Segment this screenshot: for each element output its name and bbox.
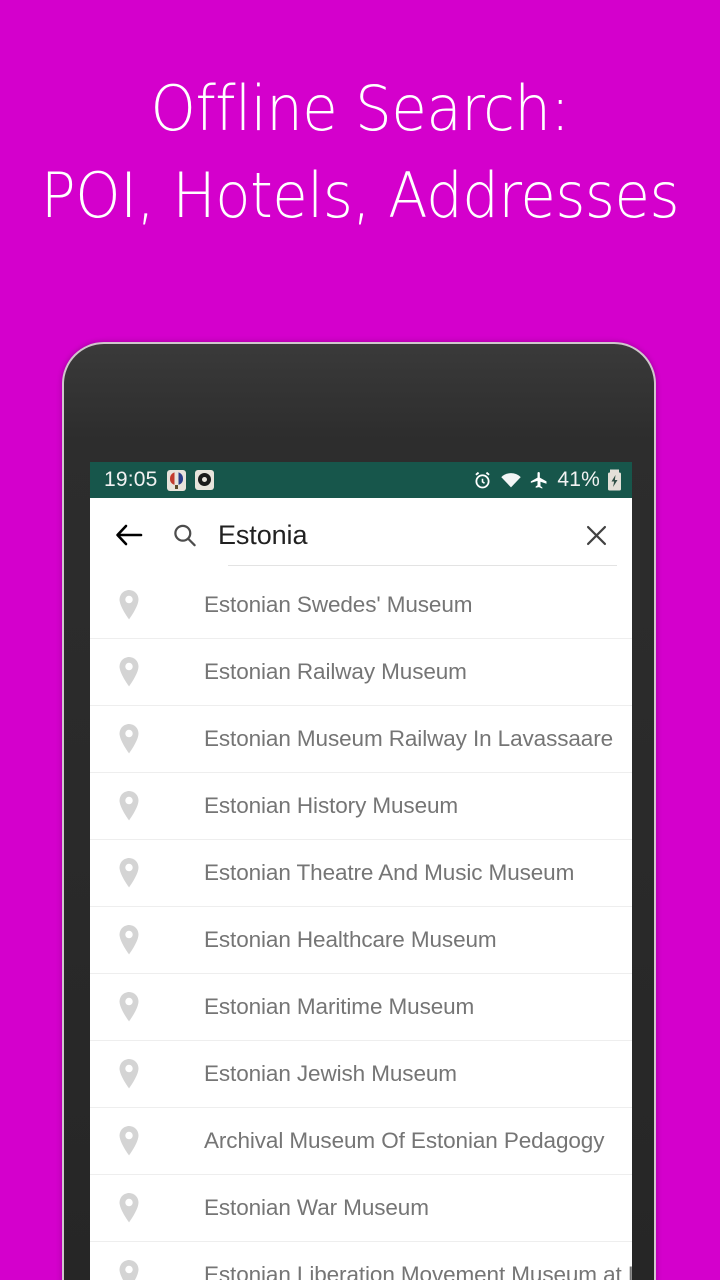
wifi-icon xyxy=(500,471,522,489)
map-pin-icon xyxy=(112,1259,146,1280)
phone-bezel: 19:05 41% Estonia Estonian Swedes' Museu… xyxy=(64,344,654,1280)
map-pin-icon xyxy=(112,1058,146,1091)
search-result-row[interactable]: Estonian Swedes' Museum xyxy=(90,572,632,639)
search-result-label: Estonian Healthcare Museum xyxy=(204,927,497,952)
search-result-label: Estonian Railway Museum xyxy=(204,659,467,684)
search-result-label: Estonian History Museum xyxy=(204,793,459,818)
airplane-mode-icon xyxy=(529,470,549,490)
map-pin-icon xyxy=(112,656,146,689)
search-header: Estonia xyxy=(90,498,632,572)
status-bar-left: 19:05 xyxy=(104,468,472,492)
search-result-label: Estonian Liberation Movement Museum at L… xyxy=(204,1262,632,1280)
search-results-list[interactable]: Estonian Swedes' Museum Estonian Railway… xyxy=(90,572,632,1280)
search-result-row[interactable]: Estonian Theatre And Music Museum xyxy=(90,840,632,907)
search-result-row[interactable]: Estonian History Museum xyxy=(90,773,632,840)
map-pin-icon xyxy=(112,589,146,622)
back-button[interactable] xyxy=(107,513,151,557)
search-result-label: Estonian Swedes' Museum xyxy=(204,592,473,617)
search-result-label: Estonian Museum Railway In Lavassaare xyxy=(204,726,614,751)
map-pin-icon xyxy=(112,1192,146,1225)
promo-headline: Offline Search: POI, Hotels, Addresses xyxy=(0,78,720,227)
promo-headline-line-2: POI, Hotels, Addresses xyxy=(40,159,680,232)
map-pin-icon xyxy=(112,924,146,957)
hot-air-balloon-notification-icon xyxy=(166,469,186,491)
phone-device-mockup: 19:05 41% Estonia Estonian Swedes' Museu… xyxy=(62,342,656,1280)
status-bar: 19:05 41% xyxy=(90,462,632,498)
alarm-icon xyxy=(472,470,493,491)
search-result-label: Estonian Theatre And Music Museum xyxy=(204,860,575,885)
promo-headline-line-1: Offline Search: xyxy=(150,72,570,145)
search-result-row[interactable]: Estonian Railway Museum xyxy=(90,639,632,706)
disc-notification-icon xyxy=(194,470,214,490)
battery-percent-label: 41% xyxy=(557,468,600,491)
search-result-row[interactable]: Estonian Museum Railway In Lavassaare xyxy=(90,706,632,773)
search-result-label: Archival Museum Of Estonian Pedagogy xyxy=(204,1128,605,1153)
search-result-row[interactable]: Estonian Maritime Museum xyxy=(90,974,632,1041)
search-icon xyxy=(165,516,203,554)
status-bar-clock: 19:05 xyxy=(104,468,158,491)
clear-search-button[interactable] xyxy=(576,515,616,555)
search-input[interactable]: Estonia xyxy=(218,520,568,551)
map-pin-icon xyxy=(112,790,146,823)
search-input-underline xyxy=(228,565,617,566)
map-pin-icon xyxy=(112,991,146,1024)
search-result-label: Estonian War Museum xyxy=(204,1195,429,1220)
search-result-row[interactable]: Archival Museum Of Estonian Pedagogy xyxy=(90,1108,632,1175)
phone-screen: 19:05 41% Estonia Estonian Swedes' Museu… xyxy=(90,462,632,1280)
search-result-row[interactable]: Estonian War Museum xyxy=(90,1175,632,1242)
map-pin-icon xyxy=(112,857,146,890)
search-result-label: Estonian Jewish Museum xyxy=(204,1061,457,1086)
map-pin-icon xyxy=(112,1125,146,1158)
search-result-row[interactable]: Estonian Healthcare Museum xyxy=(90,907,632,974)
map-pin-icon xyxy=(112,723,146,756)
search-result-row[interactable]: Estonian Jewish Museum xyxy=(90,1041,632,1108)
search-result-label: Estonian Maritime Museum xyxy=(204,994,475,1019)
status-bar-right: 41% xyxy=(472,468,622,492)
battery-charging-icon xyxy=(607,469,622,491)
search-result-row[interactable]: Estonian Liberation Movement Museum at L… xyxy=(90,1242,632,1280)
